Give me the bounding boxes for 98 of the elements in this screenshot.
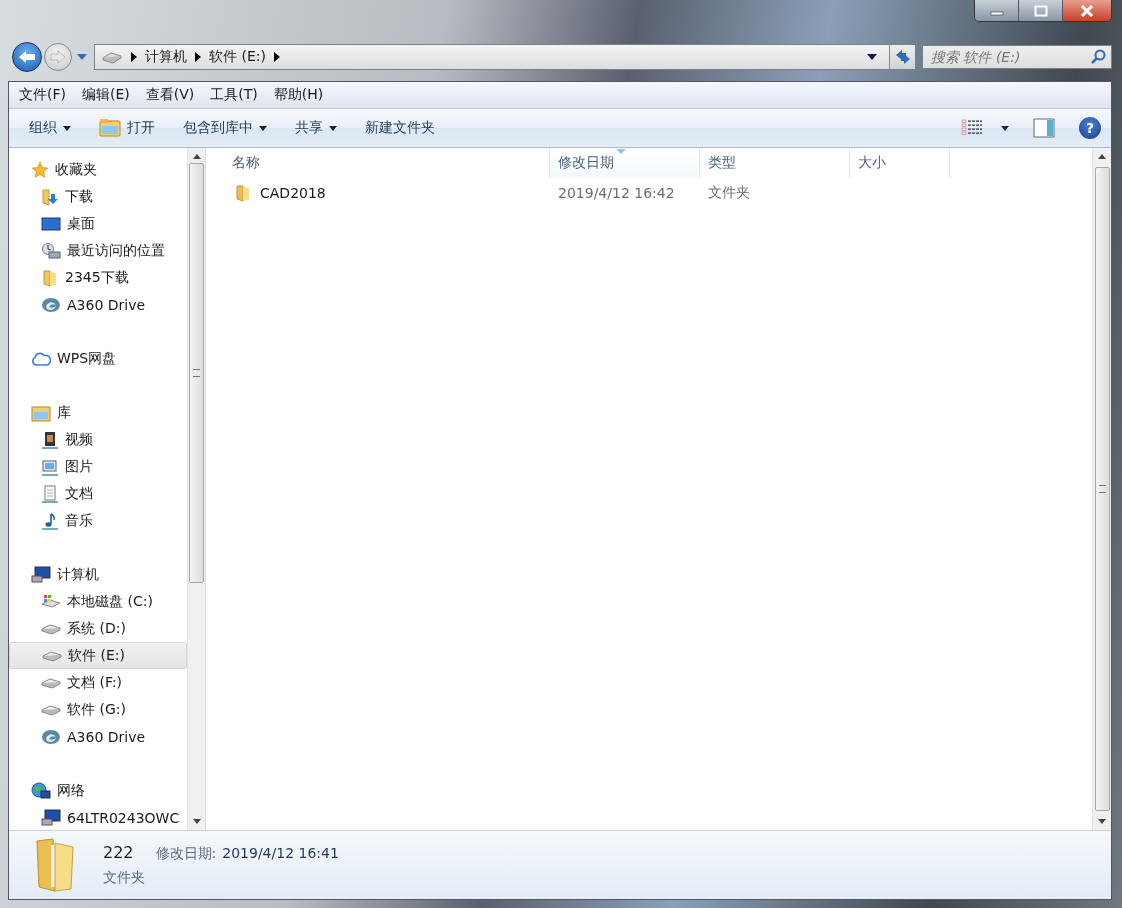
drive-icon (41, 702, 61, 717)
caret-icon (63, 125, 71, 131)
folder-icon (234, 184, 252, 202)
menu-item[interactable]: 工具(T) (210, 86, 258, 104)
sidebar-item[interactable]: 网络 (9, 777, 187, 804)
film-icon (41, 430, 59, 449)
desktop-icon (41, 215, 61, 232)
sidebar-item[interactable]: 图片 (9, 453, 187, 480)
scroll-down-icon (192, 819, 201, 824)
swirl-icon (41, 728, 61, 745)
sidebar-item[interactable]: A360 Drive (9, 723, 187, 750)
table-cell-text: 2019/4/12 16:42 (557, 185, 676, 201)
breadcrumb-item[interactable]: 计算机 (145, 48, 187, 66)
breadcrumb-arrow-icon (195, 52, 201, 62)
sidebar-item[interactable]: 本地磁盘 (C:) (9, 588, 187, 615)
folder-icon (41, 268, 59, 287)
breadcrumb-arrow-icon (131, 52, 137, 62)
sidebar-item[interactable]: 库 (9, 399, 187, 426)
close-icon (1080, 4, 1094, 17)
help-button[interactable]: ? (1079, 117, 1101, 139)
breadcrumb-arrow-icon (273, 52, 280, 62)
scroll-down-icon (1098, 819, 1106, 824)
caret-icon (329, 125, 337, 131)
system-drive-icon (41, 593, 61, 610)
refresh-button[interactable] (889, 45, 915, 69)
sidebar-scrollbar[interactable] (187, 148, 205, 830)
scroll-up-icon (1098, 154, 1106, 159)
back-arrow-icon (17, 49, 37, 65)
forward-arrow-icon (49, 50, 67, 64)
swirl-icon (41, 296, 61, 313)
menu-item[interactable]: 文件(F) (19, 86, 66, 104)
sidebar-item[interactable]: 软件 (G:) (9, 696, 187, 723)
search-icon (1090, 49, 1106, 65)
item-name: 222 (103, 843, 134, 862)
recent-places-icon (41, 241, 61, 260)
music-note-icon (41, 511, 59, 530)
menu-item[interactable]: 帮助(H) (273, 86, 324, 104)
drive-icon (42, 648, 62, 663)
sidebar-item[interactable]: 视频 (9, 426, 187, 453)
sidebar-item[interactable]: 收藏夹 (9, 156, 187, 183)
modified-date: 2019/4/12 16:41 (222, 845, 339, 861)
computer-icon (41, 808, 61, 827)
sidebar-item[interactable]: 桌面 (9, 210, 187, 237)
star-icon (31, 160, 49, 179)
folder-download-icon (41, 187, 59, 206)
column-header[interactable]: 类型 (700, 148, 850, 178)
sidebar-item[interactable]: 系统 (D:) (9, 615, 187, 642)
preview-pane-icon (1033, 118, 1055, 138)
sidebar-item[interactable]: WPS网盘 (9, 345, 187, 372)
document-icon (41, 484, 59, 503)
minimize-button[interactable] (975, 0, 1019, 21)
dropdown-caret-icon[interactable] (867, 54, 877, 60)
sidebar-item[interactable]: 最近访问的位置 (9, 237, 187, 264)
column-header[interactable]: 修改日期 (550, 148, 700, 178)
folder-icon (33, 837, 77, 893)
sidebar-item[interactable]: 音乐 (9, 507, 187, 534)
sidebar-item[interactable]: 2345下载 (9, 264, 187, 291)
sidebar-item[interactable]: 文档 (F:) (9, 669, 187, 696)
close-button[interactable] (1063, 0, 1111, 21)
file-name[interactable]: CAD2018 (260, 185, 326, 201)
computer-icon (31, 565, 51, 584)
breadcrumb-item[interactable]: 软件 (E:) (209, 48, 266, 66)
toolbar-button[interactable]: 组织 (21, 115, 79, 141)
drive-icon (41, 675, 61, 690)
modified-label: 修改日期: (155, 845, 217, 863)
table-cell-text: 文件夹 (707, 184, 751, 202)
cloud-icon (31, 350, 51, 367)
picture-icon (41, 457, 59, 476)
library-folder-icon (31, 403, 51, 422)
history-dropdown-icon[interactable] (77, 54, 87, 60)
drive-icon (101, 50, 123, 64)
toolbar-button[interactable]: 共享 (287, 115, 345, 141)
maximize-button[interactable] (1019, 0, 1063, 21)
file-list-scrollbar[interactable] (1092, 148, 1111, 830)
network-globe-icon (31, 781, 51, 800)
search-field[interactable]: 搜索 软件 (E:) (922, 45, 1112, 69)
sidebar-item[interactable]: 计算机 (9, 561, 187, 588)
sidebar-item[interactable]: 64LTR0243OWC (9, 804, 187, 830)
address-bar[interactable]: 计算机 软件 (E:) (94, 44, 916, 70)
toolbar-button[interactable]: 新建文件夹 (357, 115, 443, 141)
toolbar-button[interactable]: 打开 (91, 114, 163, 142)
sidebar-item[interactable]: 下载 (9, 183, 187, 210)
item-type: 文件夹 (103, 869, 146, 887)
sidebar-item[interactable]: 软件 (E:) (9, 642, 187, 669)
menu-item[interactable]: 编辑(E) (82, 86, 130, 104)
details-view-icon (961, 119, 983, 137)
drive-icon (41, 621, 61, 636)
scroll-up-icon (192, 154, 201, 159)
sidebar-item[interactable]: 文档 (9, 480, 187, 507)
menu-item[interactable]: 查看(V) (145, 86, 195, 104)
column-header[interactable]: 大小 (850, 148, 950, 178)
open-folder-icon (99, 118, 121, 138)
back-button[interactable] (12, 42, 42, 72)
maximize-icon (1033, 4, 1048, 17)
sidebar-item[interactable]: A360 Drive (9, 291, 187, 318)
toolbar-button[interactable]: 包含到库中 (175, 115, 275, 141)
caret-icon (259, 125, 267, 131)
caret-icon[interactable] (1001, 125, 1009, 131)
